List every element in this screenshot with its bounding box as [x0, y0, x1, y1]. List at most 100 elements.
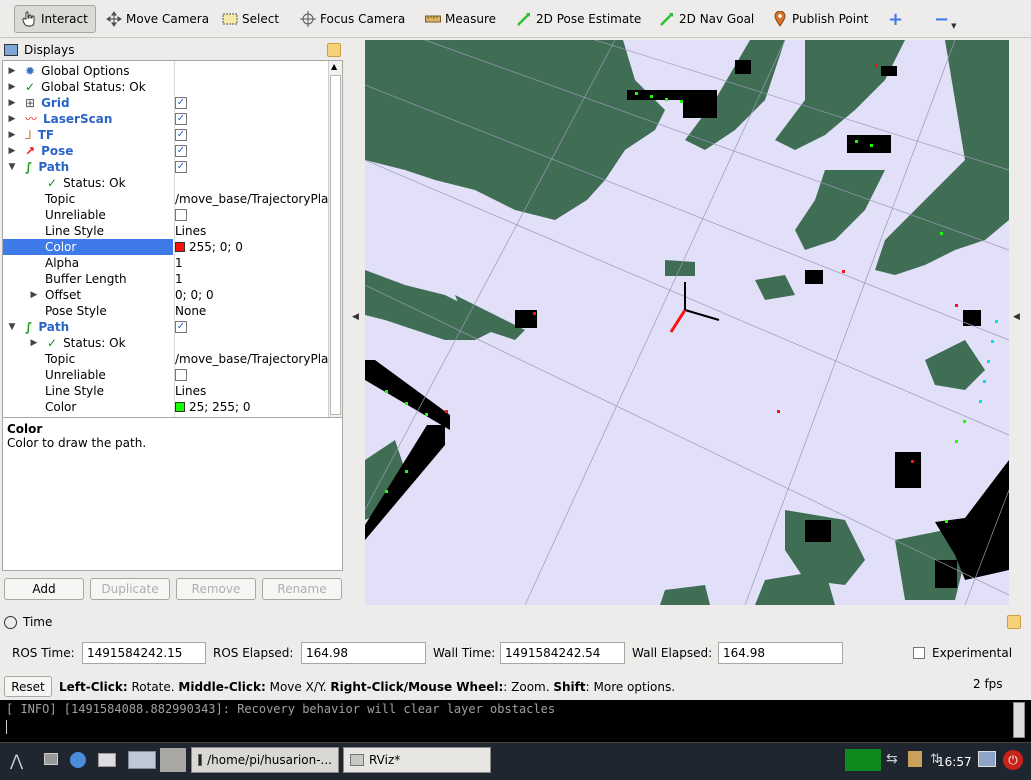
publish-point-tool-button[interactable]: Publish Point — [766, 5, 874, 33]
reset-button[interactable]: Reset — [4, 676, 52, 697]
line-style-value[interactable]: Lines — [175, 383, 206, 399]
tree-row-grid[interactable]: ▶ ⊞ Grid ✓ — [3, 95, 329, 111]
tree-row-line-style[interactable]: Line Style Lines — [3, 223, 329, 239]
ros-time-field[interactable]: 1491584242.15 — [82, 642, 206, 664]
alpha-value[interactable]: 1 — [175, 255, 183, 271]
tree-row-offset[interactable]: ▶ Offset 0; 0; 0 — [3, 287, 329, 303]
clock-display: 16:57 — [937, 755, 972, 769]
cpu-monitor-icon[interactable] — [845, 749, 881, 771]
select-tool-button[interactable]: Select — [216, 5, 285, 33]
collapse-arrow-icon[interactable]: ▼ — [7, 319, 17, 335]
expand-arrow-icon[interactable]: ▶ — [7, 95, 17, 111]
pose-style-value[interactable]: None — [175, 303, 206, 319]
clipboard-icon[interactable] — [908, 751, 922, 767]
power-icon[interactable]: ⏻ — [1003, 750, 1023, 770]
remove-tool-button[interactable]: − ▼ — [928, 5, 962, 33]
unreliable-checkbox[interactable] — [175, 369, 187, 381]
collapse-left-icon[interactable]: ◀ — [352, 312, 359, 322]
tree-row-path-2[interactable]: ▼ ∫ Path ✓ — [3, 319, 329, 335]
undock-button[interactable] — [327, 43, 341, 57]
offset-value[interactable]: 0; 0; 0 — [175, 287, 214, 303]
file-manager-icon[interactable] — [44, 753, 58, 765]
tree-row-global-options[interactable]: ▶ ✹ Global Options — [3, 63, 329, 79]
tree-row-global-status[interactable]: ▶ ✓ Global Status: Ok — [3, 79, 329, 95]
tree-row-buffer-length[interactable]: Buffer Length 1 — [3, 271, 329, 287]
enabled-checkbox[interactable]: ✓ — [175, 161, 187, 173]
undock-button[interactable] — [1007, 615, 1021, 629]
tree-label: Status: Ok — [63, 176, 126, 190]
taskbar-terminal-button[interactable]: /home/pi/husarion-... — [191, 747, 339, 773]
workspace-icon[interactable] — [128, 751, 156, 769]
taskbar-rviz-button[interactable]: RViz* — [343, 747, 491, 773]
move-camera-tool-button[interactable]: Move Camera — [100, 5, 215, 33]
start-menu-icon[interactable]: ⋀ — [10, 751, 23, 770]
wall-time-field[interactable]: 1491584242.54 — [500, 642, 625, 664]
tree-row-unreliable[interactable]: Unreliable — [3, 207, 329, 223]
render-viewport[interactable] — [365, 40, 1009, 605]
tree-row-status-2[interactable]: ▶ ✓ Status: Ok — [3, 335, 329, 351]
workspace-switcher[interactable] — [160, 748, 186, 772]
tree-label: Offset — [45, 288, 82, 302]
expand-arrow-icon[interactable]: ▶ — [7, 143, 17, 159]
display-icon[interactable] — [978, 751, 996, 767]
terminal-output[interactable]: [ INFO] [1491584088.882990343]: Recovery… — [0, 700, 1031, 742]
color-value[interactable]: 25; 255; 0 — [189, 399, 251, 415]
expand-arrow-icon[interactable]: ▶ — [7, 111, 17, 127]
experimental-checkbox[interactable] — [913, 647, 925, 659]
enabled-checkbox[interactable]: ✓ — [175, 145, 187, 157]
tree-row-line-style-2[interactable]: Line Style Lines — [3, 383, 329, 399]
scroll-up-icon[interactable]: ▲ — [331, 62, 337, 71]
focus-camera-tool-button[interactable]: Focus Camera — [294, 5, 411, 33]
topic-value[interactable]: /move_base/TrajectoryPla... — [175, 351, 329, 367]
interact-tool-button[interactable]: Interact — [14, 5, 96, 33]
tree-row-path[interactable]: ▼ ∫ Path ✓ — [3, 159, 329, 175]
pose-estimate-tool-button[interactable]: 2D Pose Estimate — [510, 5, 647, 33]
tree-row-status[interactable]: ✓ Status: Ok — [3, 175, 329, 191]
expand-arrow-icon[interactable]: ▶ — [7, 127, 17, 143]
scrollbar-thumb[interactable] — [330, 75, 341, 415]
tree-row-topic[interactable]: Topic /move_base/TrajectoryPla... — [3, 191, 329, 207]
nav-goal-tool-button[interactable]: 2D Nav Goal — [653, 5, 760, 33]
expand-arrow-icon[interactable]: ▶ — [29, 335, 39, 351]
duplicate-display-button[interactable]: Duplicate — [90, 578, 170, 600]
tree-row-color-2[interactable]: Color 25; 255; 0 — [3, 399, 329, 415]
tree-row-alpha[interactable]: Alpha 1 — [3, 255, 329, 271]
windows-icon[interactable] — [98, 753, 116, 767]
expand-arrow-icon[interactable]: ▶ — [7, 63, 17, 79]
add-tool-button[interactable]: + — [882, 5, 909, 33]
bluetooth-icon[interactable]: ⇆ — [886, 751, 898, 767]
tree-row-tf[interactable]: ▶ ⅃ TF ✓ — [3, 127, 329, 143]
tree-row-pose-style[interactable]: Pose Style None — [3, 303, 329, 319]
tree-row-color-selected[interactable]: Color 255; 0; 0 — [3, 239, 329, 255]
console-scrollbar[interactable] — [1013, 702, 1025, 738]
remove-display-button[interactable]: Remove — [176, 578, 256, 600]
color-value[interactable]: 255; 0; 0 — [189, 239, 243, 255]
unreliable-checkbox[interactable] — [175, 209, 187, 221]
rename-display-button[interactable]: Rename — [262, 578, 342, 600]
tree-row-laserscan[interactable]: ▶ 〰 LaserScan ✓ — [3, 111, 329, 127]
green-arrow-icon — [659, 11, 675, 27]
line-style-value[interactable]: Lines — [175, 223, 206, 239]
measure-tool-button[interactable]: Measure — [419, 5, 502, 33]
topic-value[interactable]: /move_base/TrajectoryPla... — [175, 191, 329, 207]
expand-arrow-icon[interactable]: ▶ — [29, 287, 39, 303]
add-display-button[interactable]: Add — [4, 578, 84, 600]
ros-elapsed-field[interactable]: 164.98 — [301, 642, 426, 664]
tree-row-pose[interactable]: ▶ ↗ Pose ✓ — [3, 143, 329, 159]
wall-elapsed-field[interactable]: 164.98 — [718, 642, 843, 664]
browser-icon[interactable] — [70, 752, 86, 768]
tree-label: Line Style — [45, 224, 104, 238]
tree-row-unreliable-2[interactable]: Unreliable — [3, 367, 329, 383]
enabled-checkbox[interactable]: ✓ — [175, 97, 187, 109]
tree-scrollbar[interactable]: ▲ ▼ — [328, 61, 342, 451]
displays-tree[interactable]: ▶ ✹ Global Options ▶ ✓ Global Status: Ok… — [2, 60, 343, 452]
enabled-checkbox[interactable]: ✓ — [175, 113, 187, 125]
collapse-right-icon[interactable]: ◀ — [1013, 312, 1020, 322]
enabled-checkbox[interactable]: ✓ — [175, 321, 187, 333]
expand-arrow-icon[interactable]: ▶ — [7, 79, 17, 95]
collapse-arrow-icon[interactable]: ▼ — [7, 159, 17, 175]
pose-estimate-label: 2D Pose Estimate — [536, 12, 642, 26]
tree-row-topic-2[interactable]: Topic /move_base/TrajectoryPla... — [3, 351, 329, 367]
buffer-length-value[interactable]: 1 — [175, 271, 183, 287]
enabled-checkbox[interactable]: ✓ — [175, 129, 187, 141]
